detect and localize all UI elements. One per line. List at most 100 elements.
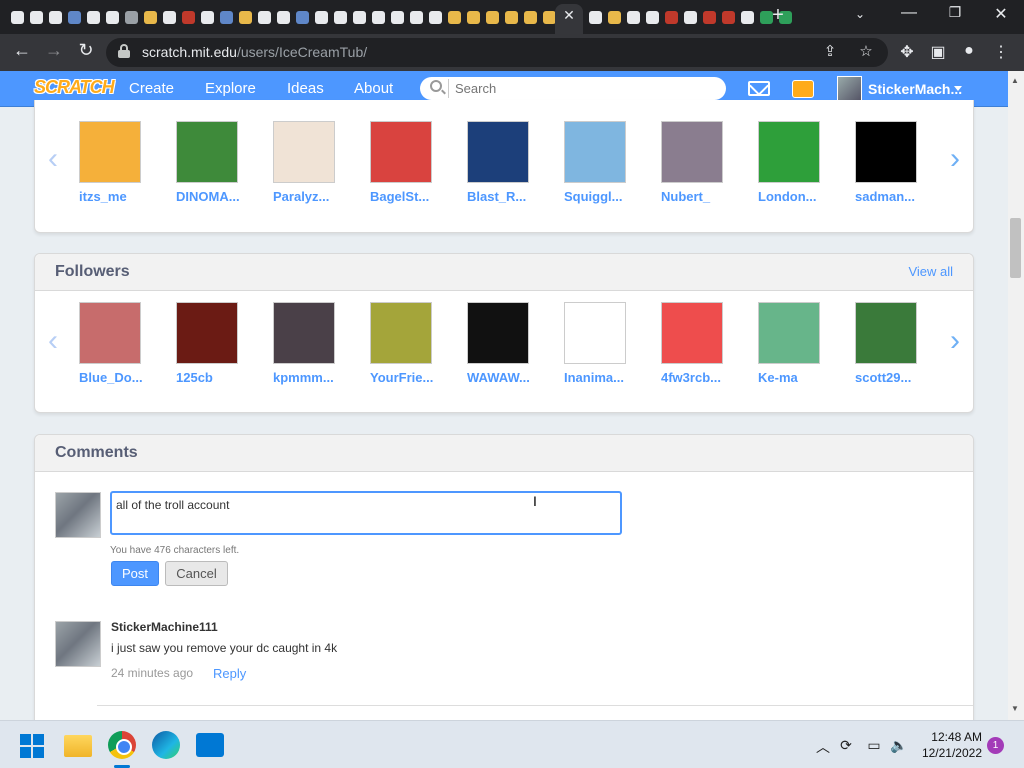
favicon-icon[interactable] bbox=[8, 8, 27, 26]
user-thumbnail[interactable] bbox=[564, 121, 626, 183]
favicon-icon[interactable] bbox=[426, 8, 445, 26]
user-thumbnail[interactable] bbox=[176, 121, 238, 183]
user-card[interactable]: 125cb bbox=[166, 302, 246, 385]
user-name-link[interactable]: Ke-ma bbox=[758, 370, 828, 385]
favicon-icon[interactable] bbox=[141, 8, 160, 26]
chevron-down-icon[interactable] bbox=[954, 86, 962, 91]
user-card[interactable]: Inanima... bbox=[554, 302, 634, 385]
post-button[interactable]: Post bbox=[111, 561, 159, 586]
user-thumbnail[interactable] bbox=[176, 302, 238, 364]
user-name-link[interactable]: London... bbox=[758, 189, 828, 204]
favicon-icon[interactable] bbox=[198, 8, 217, 26]
favicon-icon[interactable] bbox=[502, 8, 521, 26]
favicon-icon[interactable] bbox=[160, 8, 179, 26]
user-thumbnail[interactable] bbox=[467, 121, 529, 183]
user-card[interactable]: YourFrie... bbox=[360, 302, 440, 385]
share-icon[interactable]: ⇪ bbox=[820, 42, 840, 60]
carousel-next-icon[interactable]: › bbox=[945, 144, 965, 174]
user-thumbnail[interactable] bbox=[370, 302, 432, 364]
favicon-icon[interactable] bbox=[350, 8, 369, 26]
favicon-icon[interactable] bbox=[681, 8, 700, 26]
user-card[interactable]: sadman... bbox=[845, 121, 925, 204]
favicon-icon[interactable] bbox=[312, 8, 331, 26]
scratch-logo[interactable]: SCRATCH bbox=[34, 77, 115, 98]
new-tab-button[interactable]: + bbox=[768, 4, 788, 27]
maximize-icon[interactable]: ❐ bbox=[943, 4, 967, 21]
tab-search-icon[interactable]: ⌄ bbox=[855, 7, 865, 21]
favicon-icon[interactable] bbox=[464, 8, 483, 26]
extensions-icon[interactable]: ✥ bbox=[896, 42, 918, 62]
user-card[interactable]: London... bbox=[748, 121, 828, 204]
nav-about[interactable]: About bbox=[354, 80, 393, 97]
user-thumbnail[interactable] bbox=[273, 121, 335, 183]
scroll-up-icon[interactable]: ▲ bbox=[1011, 76, 1019, 85]
user-name-link[interactable]: Paralyz... bbox=[273, 189, 343, 204]
user-thumbnail[interactable] bbox=[273, 302, 335, 364]
clock-time[interactable]: 12:48 AM bbox=[931, 730, 982, 744]
favicon-icon[interactable] bbox=[46, 8, 65, 26]
comment-author[interactable]: StickerMachine111 bbox=[111, 620, 218, 634]
favicon-icon[interactable] bbox=[388, 8, 407, 26]
user-name-link[interactable]: Nubert_ bbox=[661, 189, 731, 204]
sync-icon[interactable]: ⟳ bbox=[836, 737, 856, 754]
carousel-prev-icon[interactable]: ‹ bbox=[43, 326, 63, 356]
view-all-link[interactable]: View all bbox=[908, 264, 953, 279]
favicon-icon[interactable] bbox=[293, 8, 312, 26]
side-panel-icon[interactable]: ▣ bbox=[927, 42, 949, 62]
user-thumbnail[interactable] bbox=[79, 302, 141, 364]
page-scrollbar[interactable] bbox=[1008, 71, 1024, 720]
user-name-link[interactable]: sadman... bbox=[855, 189, 925, 204]
address-bar[interactable]: scratch.mit.edu/users/IceCreamTub/ ⇪ ☆ bbox=[106, 38, 888, 67]
minimize-icon[interactable]: — bbox=[897, 4, 921, 22]
avatar[interactable] bbox=[55, 621, 101, 667]
clock-date[interactable]: 12/21/2022 bbox=[922, 746, 982, 760]
user-name-link[interactable]: 4fw3rcb... bbox=[661, 370, 731, 385]
carousel-prev-icon[interactable]: ‹ bbox=[43, 144, 63, 174]
user-name-link[interactable]: DINOMA... bbox=[176, 189, 246, 204]
profile-icon[interactable]: ● bbox=[958, 42, 980, 60]
favicon-icon[interactable] bbox=[719, 8, 738, 26]
comment-input[interactable]: all of the troll account bbox=[110, 491, 622, 535]
favicon-icon[interactable] bbox=[84, 8, 103, 26]
favicon-icon[interactable] bbox=[624, 8, 643, 26]
user-card[interactable]: Paralyz... bbox=[263, 121, 343, 204]
favicon-icon[interactable] bbox=[27, 8, 46, 26]
user-thumbnail[interactable] bbox=[467, 302, 529, 364]
file-explorer-icon[interactable] bbox=[64, 735, 92, 757]
nav-create[interactable]: Create bbox=[129, 80, 174, 97]
user-thumbnail[interactable] bbox=[758, 302, 820, 364]
user-thumbnail[interactable] bbox=[79, 121, 141, 183]
edge-icon[interactable] bbox=[152, 731, 180, 759]
user-thumbnail[interactable] bbox=[758, 121, 820, 183]
user-thumbnail[interactable] bbox=[661, 302, 723, 364]
reload-icon[interactable]: ↻ bbox=[74, 40, 98, 61]
scroll-thumb[interactable] bbox=[1010, 218, 1021, 278]
user-name-link[interactable]: YourFrie... bbox=[370, 370, 440, 385]
user-card[interactable]: kpmmm... bbox=[263, 302, 343, 385]
windows-start-icon[interactable] bbox=[20, 734, 44, 758]
favicon-icon[interactable] bbox=[738, 8, 757, 26]
user-card[interactable]: WAWAW... bbox=[457, 302, 537, 385]
favicon-icon[interactable] bbox=[407, 8, 426, 26]
store-icon[interactable] bbox=[196, 733, 224, 757]
user-thumbnail[interactable] bbox=[855, 302, 917, 364]
user-card[interactable]: Blue_Do... bbox=[69, 302, 149, 385]
favicon-icon[interactable] bbox=[255, 8, 274, 26]
favicon-icon[interactable] bbox=[236, 8, 255, 26]
user-card[interactable]: Nubert_ bbox=[651, 121, 731, 204]
user-thumbnail[interactable] bbox=[564, 302, 626, 364]
nav-username[interactable]: StickerMach... bbox=[868, 81, 962, 97]
notification-badge[interactable]: 1 bbox=[987, 737, 1004, 754]
cancel-button[interactable]: Cancel bbox=[165, 561, 228, 586]
favicon-icon[interactable] bbox=[331, 8, 350, 26]
nav-ideas[interactable]: Ideas bbox=[287, 80, 324, 97]
user-card[interactable]: BagelSt... bbox=[360, 121, 440, 204]
user-card[interactable]: Blast_R... bbox=[457, 121, 537, 204]
close-window-icon[interactable]: ✕ bbox=[989, 4, 1013, 24]
user-name-link[interactable]: BagelSt... bbox=[370, 189, 440, 204]
favicon-icon[interactable] bbox=[122, 8, 141, 26]
favicon-icon[interactable] bbox=[605, 8, 624, 26]
favicon-icon[interactable] bbox=[65, 8, 84, 26]
favicon-icon[interactable] bbox=[445, 8, 464, 26]
user-name-link[interactable]: itzs_me bbox=[79, 189, 149, 204]
